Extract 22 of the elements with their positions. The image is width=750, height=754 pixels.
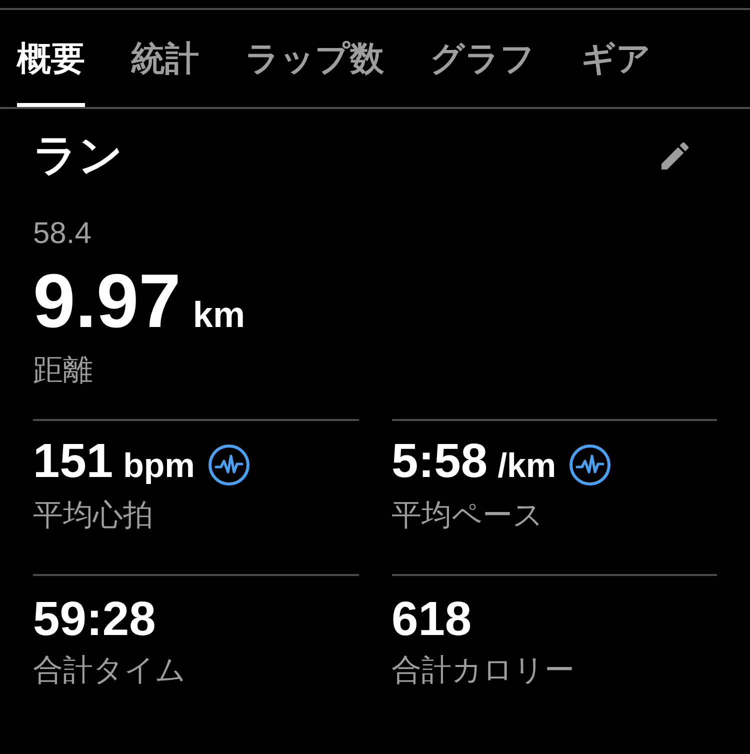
stat-value: 618 xyxy=(392,596,472,644)
distance-value: 9.97 xyxy=(33,264,181,340)
stat-unit: /km xyxy=(498,446,556,487)
activity-subtitle: 58.4 xyxy=(33,216,92,252)
distance-label: 距離 xyxy=(33,353,94,389)
stat-label: 合計タイム xyxy=(33,653,187,689)
heart-rate-icon[interactable] xyxy=(568,443,612,487)
stat-value: 5:58 xyxy=(392,438,488,486)
tab[interactable]: 統計 xyxy=(131,34,199,107)
stat-label: 合計カロリー xyxy=(392,653,576,689)
distance-unit: km xyxy=(192,293,245,337)
tab[interactable]: 概要 xyxy=(17,34,85,107)
stat-label: 平均ペース xyxy=(392,498,544,534)
stat-label: 平均心拍 xyxy=(33,498,154,534)
tab[interactable]: ラップ数 xyxy=(245,34,384,107)
stat-value: 151 xyxy=(33,438,114,486)
activity-title: ラン xyxy=(33,130,123,182)
stat-value: 59:28 xyxy=(33,596,156,644)
tab[interactable]: グラフ xyxy=(430,34,535,107)
heart-rate-icon[interactable] xyxy=(206,443,251,487)
stat-unit: bpm xyxy=(123,446,195,487)
tab[interactable]: ギア xyxy=(581,34,651,107)
